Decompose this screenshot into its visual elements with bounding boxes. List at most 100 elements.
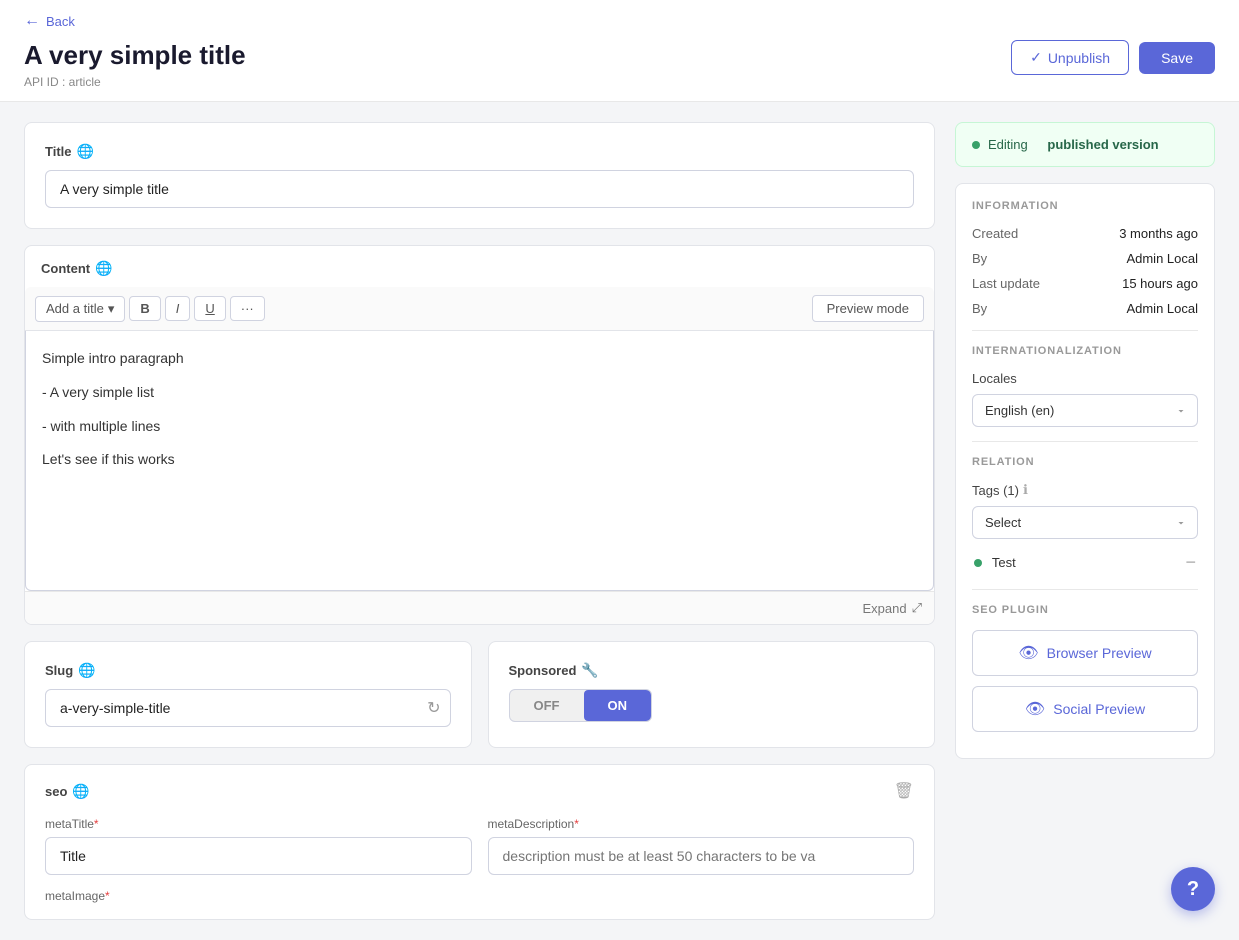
tag-dot: [974, 559, 982, 567]
content-line-3: - with multiple lines: [42, 415, 917, 439]
slug-card: Slug 🌐 ↻: [24, 641, 472, 748]
content-editor[interactable]: Simple intro paragraph - A very simple l…: [25, 331, 934, 591]
meta-description-label: metaDescription*: [488, 817, 915, 831]
meta-description-field: metaDescription*: [488, 817, 915, 875]
browser-preview-button[interactable]: 👁 Browser Preview: [972, 630, 1198, 676]
seo-globe-icon: 🌐: [72, 783, 89, 800]
seo-plugin-section: 👁 Browser Preview 👁 Social Preview: [972, 630, 1198, 732]
back-arrow-icon: ←: [24, 12, 40, 30]
meta-image-required: *: [105, 889, 110, 903]
information-section-title: INFORMATION: [972, 200, 1198, 212]
locale-select-wrapper: English (en): [972, 394, 1198, 427]
page-wrapper: ← Back A very simple title API ID : arti…: [0, 0, 1239, 940]
main-content: Title 🌐 Content 🌐 Add a titl: [0, 102, 1239, 940]
expand-row: Expand ⤢: [25, 591, 934, 624]
chevron-down-icon: ▾: [108, 301, 115, 317]
last-update-row: Last update 15 hours ago: [972, 276, 1198, 291]
internationalization-title: INTERNATIONALIZATION: [972, 345, 1198, 357]
by-value: Admin Local: [1126, 251, 1198, 266]
seo-delete-icon[interactable]: 🗑: [894, 781, 914, 801]
toggle-off[interactable]: OFF: [510, 690, 584, 721]
toggle-wrapper: OFF ON: [509, 689, 653, 722]
tag-name: Test: [992, 555, 1016, 570]
tags-select[interactable]: Select: [972, 506, 1198, 539]
tag-remove-button[interactable]: −: [1185, 553, 1196, 571]
divider-2: [972, 441, 1198, 442]
slug-globe-icon: 🌐: [78, 662, 95, 679]
meta-description-required: *: [574, 817, 579, 831]
content-globe-icon: 🌐: [95, 260, 112, 277]
meta-title-input[interactable]: [45, 837, 472, 875]
by2-value: Admin Local: [1126, 301, 1198, 316]
content-label-wrapper: Content 🌐: [25, 246, 934, 277]
last-update-label: Last update: [972, 276, 1040, 291]
more-options-button[interactable]: ···: [230, 296, 265, 321]
relation-title: RELATION: [972, 456, 1198, 468]
sponsored-card: Sponsored 🔧 OFF ON: [488, 641, 936, 748]
seo-grid: metaTitle* metaDescription*: [45, 817, 914, 875]
content-line-2: - A very simple list: [42, 381, 917, 405]
sponsored-info-icon: 🔧: [581, 662, 598, 679]
toggle-on[interactable]: ON: [584, 690, 652, 721]
by2-row: By Admin Local: [972, 301, 1198, 316]
meta-title-field: metaTitle*: [45, 817, 472, 875]
tags-label: Tags (1) ℹ: [972, 482, 1198, 498]
slug-sponsored-row: Slug 🌐 ↻ Sponsored 🔧 OFF ON: [24, 641, 935, 748]
information-card: INFORMATION Created 3 months ago By Admi…: [955, 183, 1215, 759]
status-dot: [972, 141, 980, 149]
help-button[interactable]: ?: [1171, 867, 1215, 911]
save-button[interactable]: Save: [1139, 42, 1215, 74]
italic-button[interactable]: I: [165, 296, 191, 321]
social-preview-button[interactable]: 👁 Social Preview: [972, 686, 1198, 732]
refresh-icon[interactable]: ↻: [427, 698, 440, 718]
expand-button[interactable]: Expand ⤢: [863, 600, 923, 616]
title-card: Title 🌐: [24, 122, 935, 229]
divider-3: [972, 589, 1198, 590]
preview-mode-button[interactable]: Preview mode: [812, 295, 924, 322]
right-panel: Editing published version INFORMATION Cr…: [955, 122, 1215, 920]
bold-button[interactable]: B: [129, 296, 160, 321]
slug-input-wrapper: ↻: [45, 689, 451, 727]
tags-info-icon: ℹ: [1023, 482, 1028, 498]
header-row: A very simple title API ID : article ✓ U…: [24, 40, 1215, 89]
back-link[interactable]: ← Back: [24, 12, 1215, 30]
seo-plugin-title: SEO PLUGIN: [972, 604, 1198, 616]
back-label: Back: [46, 14, 75, 29]
meta-image-label: metaImage*: [45, 889, 914, 903]
by-row: By Admin Local: [972, 251, 1198, 266]
sponsored-label: Sponsored 🔧: [509, 662, 915, 679]
last-update-value: 15 hours ago: [1122, 276, 1198, 291]
browser-preview-eye-icon: 👁: [1018, 643, 1038, 663]
locales-label: Locales: [972, 371, 1198, 386]
unpublish-button[interactable]: ✓ Unpublish: [1011, 40, 1129, 75]
header-actions: ✓ Unpublish Save: [1011, 40, 1215, 75]
editing-label: Editing: [988, 137, 1028, 152]
title-input[interactable]: [45, 170, 914, 208]
underline-button[interactable]: U: [194, 296, 225, 321]
slug-input[interactable]: [45, 689, 451, 727]
status-card: Editing published version: [955, 122, 1215, 167]
content-label: Content 🌐: [41, 260, 918, 277]
content-card: Content 🌐 Add a title ▾ B I U ···: [24, 245, 935, 625]
created-label: Created: [972, 226, 1018, 241]
seo-header: seo 🌐 🗑: [45, 781, 914, 801]
toolbar-left: Add a title ▾ B I U ···: [35, 296, 265, 322]
top-bar: ← Back A very simple title API ID : arti…: [0, 0, 1239, 102]
title-group: A very simple title API ID : article: [24, 40, 246, 89]
slug-label: Slug 🌐: [45, 662, 451, 679]
title-label: Title 🌐: [45, 143, 914, 160]
left-panel: Title 🌐 Content 🌐 Add a titl: [24, 122, 935, 920]
by-label: By: [972, 251, 987, 266]
tags-select-wrapper: Select: [972, 506, 1198, 539]
meta-description-input[interactable]: [488, 837, 915, 875]
content-toolbar: Add a title ▾ B I U ··· Preview mode: [25, 287, 934, 331]
divider-1: [972, 330, 1198, 331]
locale-select[interactable]: English (en): [972, 394, 1198, 427]
seo-card: seo 🌐 🗑 metaTitle* metaDescription: [24, 764, 935, 920]
check-icon: ✓: [1030, 49, 1042, 66]
globe-icon: 🌐: [77, 143, 94, 160]
tag-left: Test: [974, 554, 1016, 570]
add-title-button[interactable]: Add a title ▾: [35, 296, 125, 322]
seo-label: seo 🌐: [45, 783, 90, 800]
meta-title-required: *: [94, 817, 99, 831]
